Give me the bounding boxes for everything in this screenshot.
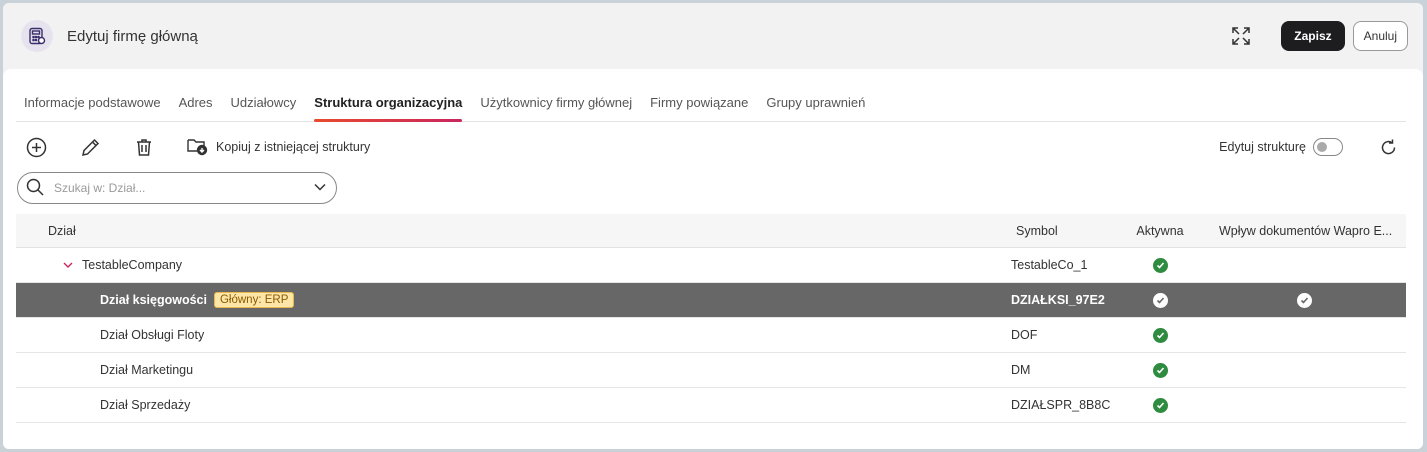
tab-bar: Informacje podstawowe Adres Udziałowcy S… — [16, 69, 1406, 122]
refresh-icon[interactable] — [1376, 135, 1400, 159]
check-circle-icon — [1152, 257, 1168, 273]
table-row[interactable]: Dział księgowości Główny: ERP DZIAŁKSI_9… — [16, 283, 1406, 318]
check-circle-icon — [1152, 292, 1168, 308]
trash-icon[interactable] — [132, 135, 156, 159]
expand-icon[interactable] — [1226, 21, 1256, 51]
dialog-header: Edytuj firmę główną Zapisz Anuluj — [3, 3, 1423, 69]
table-row[interactable]: Dział Sprzedaży DZIAŁSPR_8B8C — [16, 388, 1406, 423]
tab-org-structure[interactable]: Struktura organizacyjna — [314, 95, 463, 122]
row-name: Dział Obsługi Floty — [100, 328, 205, 342]
row-symbol: DZIAŁKSI_97E2 — [1011, 293, 1105, 307]
tab-company-users[interactable]: Użytkownicy firmy głównej — [480, 95, 632, 121]
grid-header: Dział Symbol Aktywna Wpływ dokumentów Wa… — [16, 214, 1406, 248]
search-icon — [26, 178, 44, 199]
column-header-active[interactable]: Aktywna — [1118, 224, 1202, 238]
tab-address[interactable]: Adres — [179, 95, 213, 121]
table-row[interactable]: Dział Marketingu DM — [16, 353, 1406, 388]
chevron-down-icon[interactable] — [61, 261, 75, 269]
check-circle-icon — [1296, 292, 1312, 308]
save-button[interactable]: Zapisz — [1281, 21, 1345, 51]
pencil-icon[interactable] — [78, 135, 102, 159]
calculator-icon — [21, 20, 53, 52]
cancel-button[interactable]: Anuluj — [1352, 21, 1408, 51]
tab-shareholders[interactable]: Udziałowcy — [231, 95, 297, 121]
add-circle-icon[interactable] — [24, 135, 48, 159]
row-symbol: TestableCo_1 — [1011, 258, 1088, 272]
check-circle-icon — [1152, 327, 1168, 343]
edit-company-dialog: Edytuj firmę główną Zapisz Anuluj Inform… — [3, 3, 1423, 449]
column-header-name[interactable]: Dział — [16, 224, 1000, 238]
status-badge: Główny: ERP — [213, 292, 295, 308]
search-field[interactable] — [17, 172, 337, 204]
column-header-symbol[interactable]: Symbol — [1000, 224, 1118, 238]
check-circle-icon — [1152, 362, 1168, 378]
row-name: Dział Marketingu — [100, 363, 194, 377]
row-name: Dział księgowości — [100, 293, 207, 307]
search-input[interactable] — [54, 181, 312, 195]
tab-permission-groups[interactable]: Grupy uprawnień — [766, 95, 865, 121]
chevron-down-icon[interactable] — [312, 179, 328, 198]
structure-grid: Dział Symbol Aktywna Wpływ dokumentów Wa… — [16, 214, 1406, 423]
row-symbol: DOF — [1011, 328, 1038, 342]
check-circle-icon — [1152, 397, 1168, 413]
edit-structure-toggle[interactable] — [1313, 138, 1343, 156]
copy-structure-label: Kopiuj z istniejącej struktury — [216, 140, 371, 154]
toolbar: Kopiuj z istniejącej struktury Edytuj st… — [16, 122, 1406, 172]
tab-related-companies[interactable]: Firmy powiązane — [650, 95, 748, 121]
dialog-content: Informacje podstawowe Adres Udziałowcy S… — [3, 69, 1423, 449]
tab-basic-info[interactable]: Informacje podstawowe — [24, 95, 161, 121]
row-name: TestableCompany — [82, 258, 183, 272]
column-header-wapro[interactable]: Wpływ dokumentów Wapro E... — [1202, 224, 1406, 238]
folder-copy-icon — [186, 136, 208, 159]
edit-structure-label: Edytuj strukturę — [1219, 140, 1306, 154]
dialog-title: Edytuj firmę główną — [67, 27, 198, 45]
copy-structure-button[interactable]: Kopiuj z istniejącej struktury — [186, 136, 370, 159]
table-row[interactable]: TestableCompany TestableCo_1 — [16, 248, 1406, 283]
row-symbol: DM — [1011, 363, 1031, 377]
row-symbol: DZIAŁSPR_8B8C — [1011, 398, 1111, 412]
table-row[interactable]: Dział Obsługi Floty DOF — [16, 318, 1406, 353]
row-name: Dział Sprzedaży — [100, 398, 191, 412]
